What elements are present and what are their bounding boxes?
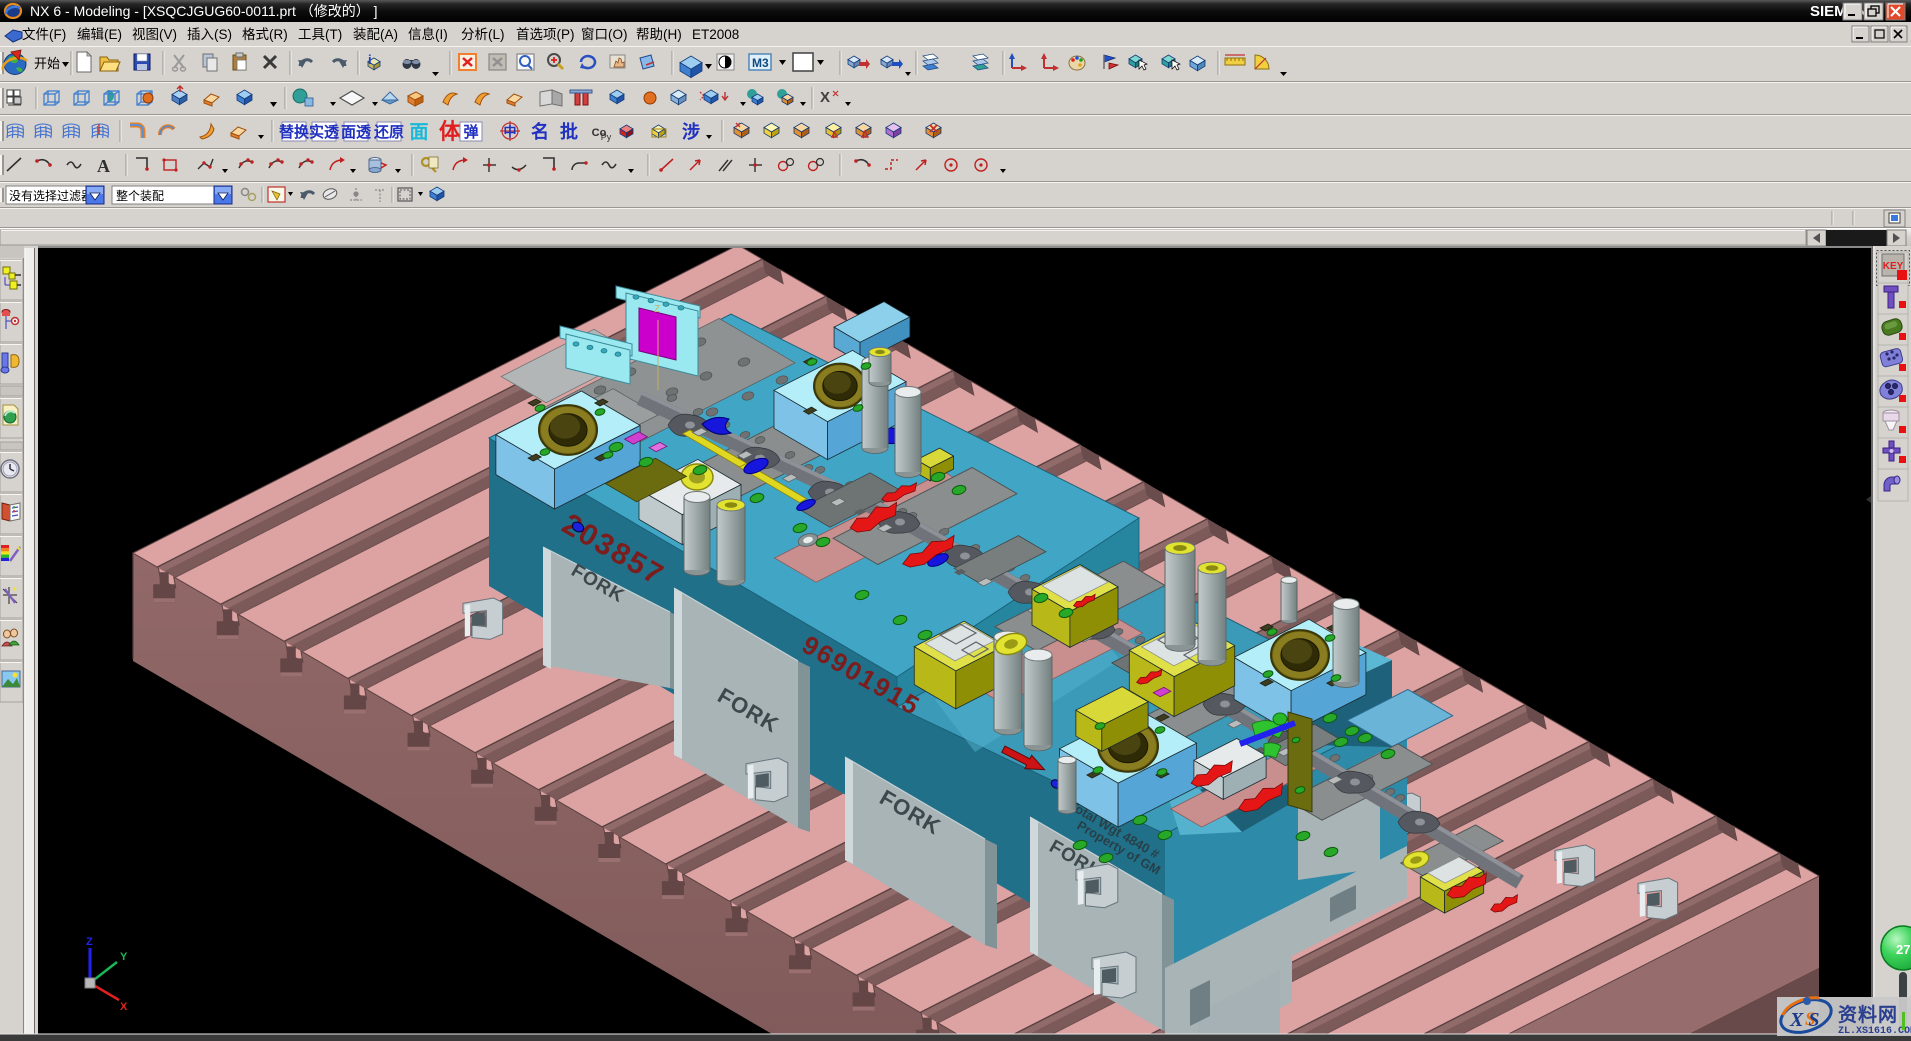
svg-text:批: 批	[560, 121, 578, 142]
svg-text:A: A	[97, 156, 110, 176]
svg-text:i: i	[368, 52, 372, 67]
svg-text:中: 中	[503, 124, 516, 139]
svg-text:开始: 开始	[34, 56, 60, 71]
svg-text:帮助(H): 帮助(H)	[636, 27, 682, 42]
svg-text:装配(A): 装配(A)	[353, 27, 398, 42]
svg-text:视图(V): 视图(V)	[132, 27, 177, 42]
svg-text:Py: Py	[601, 132, 612, 142]
svg-text:首选项(P): 首选项(P)	[516, 27, 575, 42]
svg-text:面透: 面透	[341, 124, 372, 141]
svg-text:还原: 还原	[373, 123, 404, 141]
svg-text:编辑(E): 编辑(E)	[77, 27, 122, 42]
svg-text:实透: 实透	[309, 123, 340, 141]
svg-text:面: 面	[409, 122, 428, 143]
svg-text:Y: Y	[120, 951, 128, 963]
svg-text:没有选择过滤器: 没有选择过滤器	[9, 188, 93, 203]
svg-text:文件(F): 文件(F)	[22, 27, 66, 42]
svg-text:Z: Z	[86, 936, 93, 948]
svg-text:体: 体	[439, 119, 462, 144]
svg-text:M3: M3	[752, 56, 769, 70]
svg-text:整个装配: 整个装配	[116, 188, 164, 203]
svg-text:X S: X S	[1789, 1009, 1819, 1031]
svg-text:替换: 替换	[279, 123, 310, 141]
svg-text:资料网: 资料网	[1838, 1003, 1898, 1026]
svg-text:名: 名	[531, 121, 549, 142]
svg-text:弹: 弹	[463, 123, 478, 141]
svg-text:X: X	[820, 89, 830, 106]
svg-text:插入(S): 插入(S)	[187, 27, 232, 42]
svg-text:ZL.XS1616.COM: ZL.XS1616.COM	[1838, 1026, 1911, 1037]
svg-text:工具(T): 工具(T)	[298, 27, 342, 42]
svg-text:NX 6 - Modeling - [XSQCJGUG60-: NX 6 - Modeling - [XSQCJGUG60-0011.prt （…	[30, 3, 378, 19]
svg-text:窗口(O): 窗口(O)	[581, 26, 628, 42]
svg-text:ET2008: ET2008	[692, 27, 739, 42]
svg-text:X: X	[120, 1001, 128, 1013]
svg-text:Z: Z	[654, 304, 660, 315]
svg-text:涉: 涉	[682, 122, 700, 142]
svg-text:分析(L): 分析(L)	[461, 27, 505, 42]
svg-text:格式(R): 格式(R)	[242, 27, 288, 42]
svg-text:27: 27	[1896, 942, 1910, 957]
svg-text:信息(I): 信息(I)	[408, 26, 448, 42]
